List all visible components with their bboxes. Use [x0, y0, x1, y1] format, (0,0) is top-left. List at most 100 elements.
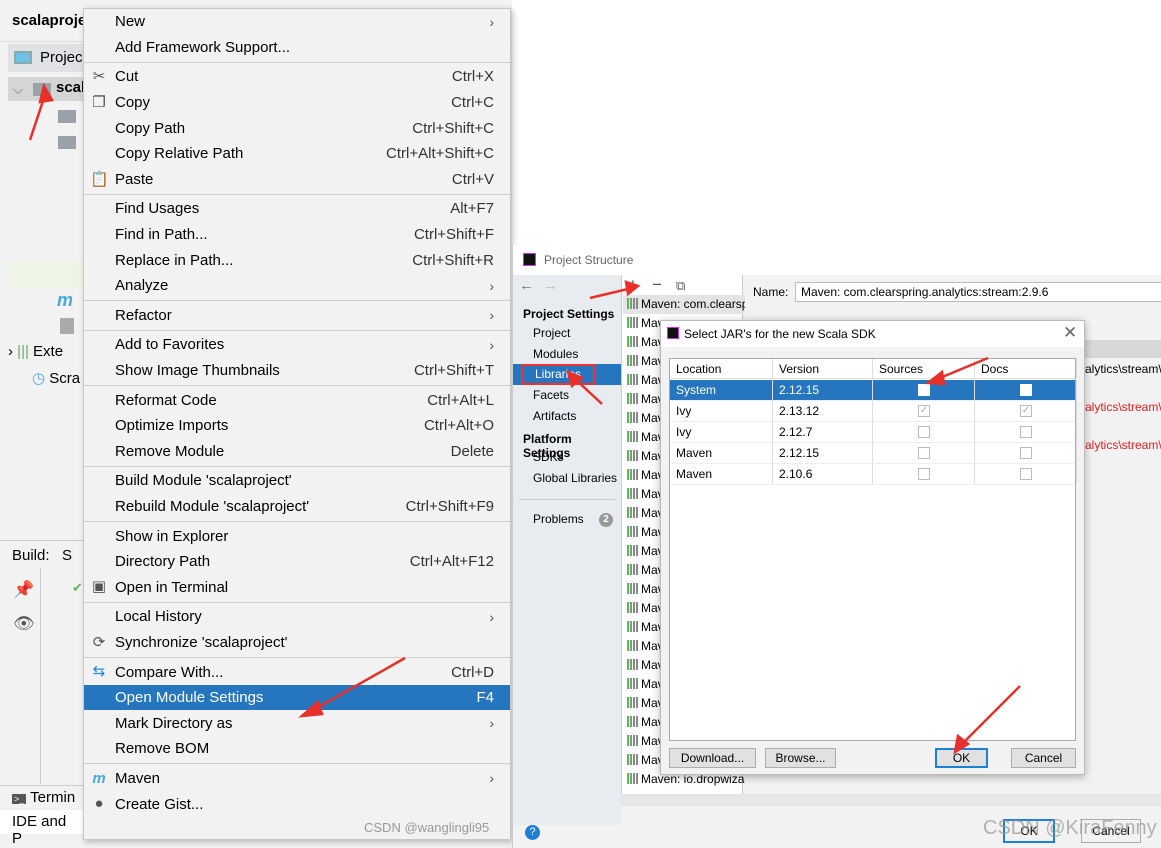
- menu-item[interactable]: Remove BOM: [84, 736, 510, 762]
- terminal-tab[interactable]: >_ Termin: [0, 785, 90, 809]
- menu-item-label: Optimize Imports: [115, 417, 229, 435]
- sources-checkbox[interactable]: [918, 384, 930, 396]
- menu-item[interactable]: ▣ Open in Terminal: [84, 574, 510, 600]
- menu-item[interactable]: Local History ›: [84, 604, 510, 630]
- menu-item[interactable]: Mark Directory as ›: [84, 710, 510, 736]
- menu-item[interactable]: Directory Path Ctrl+Alt+F12: [84, 549, 510, 575]
- docs-checkbox[interactable]: [1020, 468, 1032, 480]
- library-icon: [627, 564, 638, 575]
- browse-button[interactable]: Browse...: [765, 748, 836, 768]
- menu-item[interactable]: Add Framework Support...: [84, 35, 510, 61]
- menu-item[interactable]: ● Create Gist...: [84, 791, 510, 817]
- nav-artifacts[interactable]: Artifacts: [533, 406, 576, 427]
- close-icon[interactable]: ✕: [1063, 323, 1077, 343]
- intellij-icon: [667, 327, 679, 339]
- library-item[interactable]: Maven: com.clearspring: [623, 295, 745, 314]
- menu-item[interactable]: Replace in Path... Ctrl+Shift+R: [84, 247, 510, 273]
- menu-item[interactable]: ⟳ Synchronize 'scalaproject': [84, 630, 510, 656]
- docs-checkbox[interactable]: [1020, 447, 1032, 459]
- nav-problems[interactable]: Problems: [533, 509, 584, 530]
- project-icon: [14, 51, 32, 64]
- menu-item[interactable]: Copy Relative Path Ctrl+Alt+Shift+C: [84, 141, 510, 167]
- menu-item[interactable]: ✂ Cut Ctrl+X: [84, 64, 510, 90]
- table-row[interactable]: Maven 2.12.15: [670, 443, 1077, 464]
- chevron-right-icon: ›: [489, 715, 494, 732]
- menu-item[interactable]: Remove Module Delete: [84, 439, 510, 465]
- sources-checkbox[interactable]: [918, 447, 930, 459]
- nav-global-libraries[interactable]: Global Libraries: [533, 468, 617, 489]
- column-header[interactable]: Docs: [975, 359, 1077, 379]
- project-tab[interactable]: Projec: [8, 44, 88, 72]
- download-button[interactable]: Download...: [669, 748, 756, 768]
- sources-checkbox[interactable]: [918, 426, 930, 438]
- back-icon[interactable]: ←: [519, 277, 534, 294]
- column-header[interactable]: Sources: [873, 359, 975, 379]
- menu-item[interactable]: Find in Path... Ctrl+Shift+F: [84, 222, 510, 248]
- library-icon: [627, 431, 638, 442]
- menu-item[interactable]: Copy Path Ctrl+Shift+C: [84, 115, 510, 141]
- menu-item[interactable]: ⇆ Compare With... Ctrl+D: [84, 659, 510, 685]
- nav-modules[interactable]: Modules: [533, 344, 578, 365]
- menu-item[interactable]: New ›: [84, 9, 510, 35]
- menu-item-label: Replace in Path...: [115, 251, 234, 269]
- compare-icon: ⇆: [92, 663, 106, 681]
- library-icon: [627, 735, 638, 746]
- sync-icon: ⟳: [92, 633, 106, 651]
- library-icon: [627, 545, 638, 556]
- menu-item[interactable]: 📋 Paste Ctrl+V: [84, 167, 510, 193]
- menu-item[interactable]: Find Usages Alt+F7: [84, 196, 510, 222]
- chevron-right-icon: ›: [489, 13, 494, 30]
- menu-item[interactable]: Optimize Imports Ctrl+Alt+O: [84, 413, 510, 439]
- table-row[interactable]: Ivy 2.13.12 ✓ ✓: [670, 401, 1077, 422]
- horizontal-scrollbar[interactable]: [621, 794, 1161, 806]
- sources-checkbox[interactable]: [918, 468, 930, 480]
- menu-item[interactable]: m Maven ›: [84, 766, 510, 792]
- table-row[interactable]: Ivy 2.12.7: [670, 422, 1077, 443]
- tree-scratches[interactable]: ◷ Scra: [32, 369, 80, 387]
- nav-project[interactable]: Project: [533, 323, 570, 344]
- library-icon: [627, 773, 638, 784]
- menu-item[interactable]: Show in Explorer: [84, 523, 510, 549]
- build-tab-bar[interactable]: Build: S: [0, 540, 90, 568]
- docs-checkbox[interactable]: [1020, 426, 1032, 438]
- maven-icon: m: [57, 290, 74, 310]
- menu-item[interactable]: Refactor ›: [84, 303, 510, 329]
- tree-root[interactable]: scal: [8, 77, 88, 101]
- table-row[interactable]: Maven 2.10.6: [670, 464, 1077, 485]
- nav-libraries[interactable]: Libraries: [521, 364, 596, 385]
- menu-item-shortcut: Ctrl+Shift+R: [412, 251, 494, 269]
- remove-icon[interactable]: −: [652, 275, 662, 295]
- menu-item[interactable]: Build Module 'scalaproject': [84, 468, 510, 494]
- menu-item[interactable]: Open Module Settings F4: [84, 684, 510, 711]
- ok-button[interactable]: OK: [935, 748, 988, 768]
- nav-facets[interactable]: Facets: [533, 385, 569, 406]
- menu-item-label: Add to Favorites: [115, 336, 225, 354]
- sources-checkbox[interactable]: ✓: [918, 405, 930, 417]
- nav-sdks[interactable]: SDKs: [533, 447, 564, 468]
- table-row[interactable]: System 2.12.15: [670, 380, 1077, 401]
- menu-item[interactable]: Rebuild Module 'scalaproject' Ctrl+Shift+…: [84, 494, 510, 520]
- pin-icon[interactable]: 📌: [13, 580, 34, 600]
- column-header[interactable]: Location: [670, 359, 773, 379]
- help-icon[interactable]: ?: [525, 825, 540, 840]
- menu-item[interactable]: Analyze ›: [84, 273, 510, 299]
- cancel-button[interactable]: Cancel: [1011, 748, 1076, 768]
- menu-item[interactable]: Add to Favorites ›: [84, 332, 510, 358]
- maven-icon: m: [92, 769, 106, 787]
- docs-checkbox[interactable]: ✓: [1020, 405, 1032, 417]
- add-icon[interactable]: +: [628, 275, 638, 295]
- github-icon: ●: [94, 795, 104, 813]
- eye-icon[interactable]: 👁: [13, 614, 35, 634]
- column-header[interactable]: Version: [773, 359, 873, 379]
- menu-item-label: Build Module 'scalaproject': [115, 472, 292, 490]
- docs-checkbox[interactable]: [1020, 384, 1032, 396]
- menu-item-label: Find in Path...: [115, 226, 208, 244]
- menu-item[interactable]: Show Image Thumbnails Ctrl+Shift+T: [84, 358, 510, 384]
- menu-item-shortcut: F4: [476, 689, 494, 707]
- tree-external-libraries[interactable]: › ||| Exte: [8, 343, 63, 360]
- copy-icon[interactable]: ⧉: [676, 278, 685, 294]
- name-field[interactable]: Maven: com.clearspring.analytics:stream:…: [795, 282, 1161, 302]
- menu-item[interactable]: ❐ Copy Ctrl+C: [84, 90, 510, 116]
- menu-item[interactable]: Reformat Code Ctrl+Alt+L: [84, 387, 510, 413]
- forward-icon[interactable]: →: [543, 277, 558, 294]
